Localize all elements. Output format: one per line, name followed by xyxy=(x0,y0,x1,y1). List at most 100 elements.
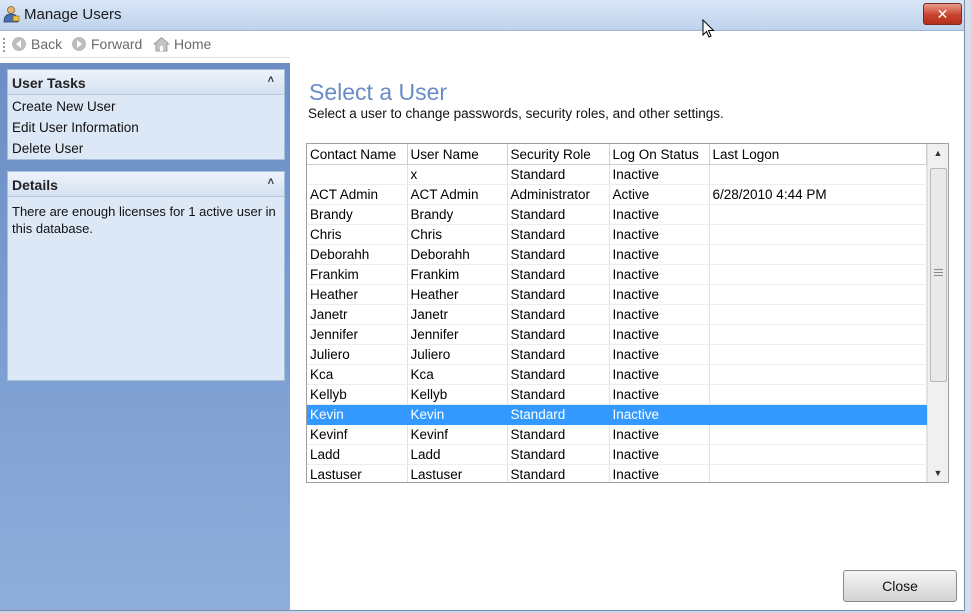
security-role-cell: Standard xyxy=(507,324,610,345)
column-header-security-role[interactable]: Security Role xyxy=(507,144,610,165)
last-logon-cell xyxy=(709,284,927,305)
contact-name-cell: Deborahh xyxy=(307,244,408,265)
close-button[interactable]: Close xyxy=(843,570,957,602)
user-tasks-header[interactable]: User Tasks ˄ xyxy=(8,70,284,95)
scroll-down-arrow-icon[interactable]: ▼ xyxy=(928,464,948,482)
security-role-cell: Standard xyxy=(507,164,610,185)
forward-button[interactable]: Forward xyxy=(71,35,142,53)
security-role-cell: Standard xyxy=(507,224,610,245)
log-on-status-cell: Inactive xyxy=(609,244,710,265)
log-on-status-cell: Inactive xyxy=(609,364,710,385)
last-logon-cell xyxy=(709,424,927,445)
collapse-chevron-icon[interactable]: ˄ xyxy=(268,176,274,188)
log-on-status-cell: Inactive xyxy=(609,444,710,465)
contact-name-cell xyxy=(307,164,408,185)
last-logon-cell xyxy=(709,304,927,325)
scrollbar-thumb[interactable] xyxy=(930,168,947,382)
table-row[interactable]: Juliero Juliero Standard Inactive xyxy=(307,344,927,365)
table-row[interactable]: Kevinf Kevinf Standard Inactive xyxy=(307,424,927,445)
contact-name-cell: Kca xyxy=(307,364,408,385)
users-app-icon xyxy=(3,6,20,23)
close-button-label: Close xyxy=(882,578,918,594)
last-logon-cell: 6/28/2010 4:44 PM xyxy=(709,184,927,205)
table-header-row: Contact Name User Name Security Role Log… xyxy=(307,144,927,165)
user-tasks-title: User Tasks xyxy=(12,75,86,91)
table-row[interactable]: Brandy Brandy Standard Inactive xyxy=(307,204,927,225)
mouse-cursor-icon xyxy=(702,19,715,38)
security-role-cell: Standard xyxy=(507,444,610,465)
details-text: There are enough licenses for 1 active u… xyxy=(12,204,276,236)
collapse-chevron-icon[interactable]: ˄ xyxy=(268,74,274,86)
home-icon xyxy=(153,36,170,52)
last-logon-cell xyxy=(709,384,927,405)
delete-user-link[interactable]: Delete User xyxy=(8,138,284,159)
log-on-status-cell: Inactive xyxy=(609,264,710,285)
user-name-cell: Kevinf xyxy=(407,424,508,445)
table-body: x Standard Inactive ACT Admin ACT Admin Admin… xyxy=(307,164,927,482)
contact-name-cell: Kevinf xyxy=(307,424,408,445)
contact-name-cell: Heather xyxy=(307,284,408,305)
forward-arrow-icon xyxy=(72,37,86,51)
last-logon-cell xyxy=(709,364,927,385)
user-name-cell: Kellyb xyxy=(407,384,508,405)
table-row[interactable]: Ladd Ladd Standard Inactive xyxy=(307,444,927,465)
column-header-log-on-status[interactable]: Log On Status xyxy=(609,144,710,165)
security-role-cell: Standard xyxy=(507,364,610,385)
scroll-up-arrow-icon[interactable]: ▲ xyxy=(928,144,948,162)
last-logon-cell xyxy=(709,244,927,265)
table-row[interactable]: Chris Chris Standard Inactive xyxy=(307,224,927,245)
page-title: Select a User xyxy=(309,79,448,105)
window-title: Manage Users xyxy=(24,6,122,23)
user-name-cell: Lastuser xyxy=(407,464,508,482)
user-tasks-panel: User Tasks ˄ Create New User Edit User I… xyxy=(7,69,285,160)
back-button[interactable]: Back xyxy=(11,35,62,53)
last-logon-cell xyxy=(709,204,927,225)
security-role-cell: Standard xyxy=(507,384,610,405)
title-bar[interactable]: Manage Users ✕ xyxy=(0,0,964,31)
column-header-user-name[interactable]: User Name xyxy=(407,144,508,165)
details-header[interactable]: Details ˄ xyxy=(8,172,284,197)
user-name-cell: Kca xyxy=(407,364,508,385)
vertical-scrollbar[interactable]: ▲ ▼ xyxy=(927,144,948,482)
column-header-contact-name[interactable]: Contact Name xyxy=(307,144,408,165)
table-row[interactable]: Frankim Frankim Standard Inactive xyxy=(307,264,927,285)
table-row[interactable]: Janetr Janetr Standard Inactive xyxy=(307,304,927,325)
table-row[interactable]: Deborahh Deborahh Standard Inactive xyxy=(307,244,927,265)
security-role-cell: Standard xyxy=(507,284,610,305)
home-label: Home xyxy=(174,36,212,52)
home-button[interactable]: Home xyxy=(153,35,211,53)
contact-name-cell: Juliero xyxy=(307,344,408,365)
edit-user-information-link[interactable]: Edit User Information xyxy=(8,117,284,138)
table-row[interactable]: Heather Heather Standard Inactive xyxy=(307,284,927,305)
window-close-button[interactable]: ✕ xyxy=(923,3,962,25)
create-new-user-link[interactable]: Create New User xyxy=(8,96,284,117)
user-name-cell: Brandy xyxy=(407,204,508,225)
user-name-cell: Janetr xyxy=(407,304,508,325)
table-row[interactable]: Lastuser Lastuser Standard Inactive xyxy=(307,464,927,482)
manage-users-window: Manage Users ✕ Back Forward Home User Ta… xyxy=(0,0,965,611)
contact-name-cell: ACT Admin xyxy=(307,184,408,205)
users-table: Contact Name User Name Security Role Log… xyxy=(307,144,927,482)
forward-label: Forward xyxy=(91,36,143,52)
user-name-cell: Ladd xyxy=(407,444,508,465)
table-row[interactable]: Kca Kca Standard Inactive xyxy=(307,364,927,385)
security-role-cell: Standard xyxy=(507,464,610,482)
user-name-cell: ACT Admin xyxy=(407,184,508,205)
last-logon-cell xyxy=(709,404,927,425)
toolbar-grip[interactable] xyxy=(3,38,5,52)
last-logon-cell xyxy=(709,324,927,345)
log-on-status-cell: Inactive xyxy=(609,404,710,425)
table-row[interactable]: Kellyb Kellyb Standard Inactive xyxy=(307,384,927,405)
last-logon-cell xyxy=(709,464,927,482)
users-grid[interactable]: Contact Name User Name Security Role Log… xyxy=(306,143,949,483)
table-row[interactable]: Kevin Kevin Standard Inactive xyxy=(307,404,927,425)
table-row[interactable]: Jennifer Jennifer Standard Inactive xyxy=(307,324,927,345)
table-row[interactable]: x Standard Inactive xyxy=(307,164,927,185)
column-header-last-logon[interactable]: Last Logon xyxy=(709,144,927,165)
log-on-status-cell: Active xyxy=(609,184,710,205)
contact-name-cell: Chris xyxy=(307,224,408,245)
contact-name-cell: Frankim xyxy=(307,264,408,285)
page-subtitle: Select a user to change passwords, secur… xyxy=(308,106,724,121)
table-row[interactable]: ACT Admin ACT Admin Administrator Active 6/2… xyxy=(307,184,927,205)
log-on-status-cell: Inactive xyxy=(609,464,710,482)
